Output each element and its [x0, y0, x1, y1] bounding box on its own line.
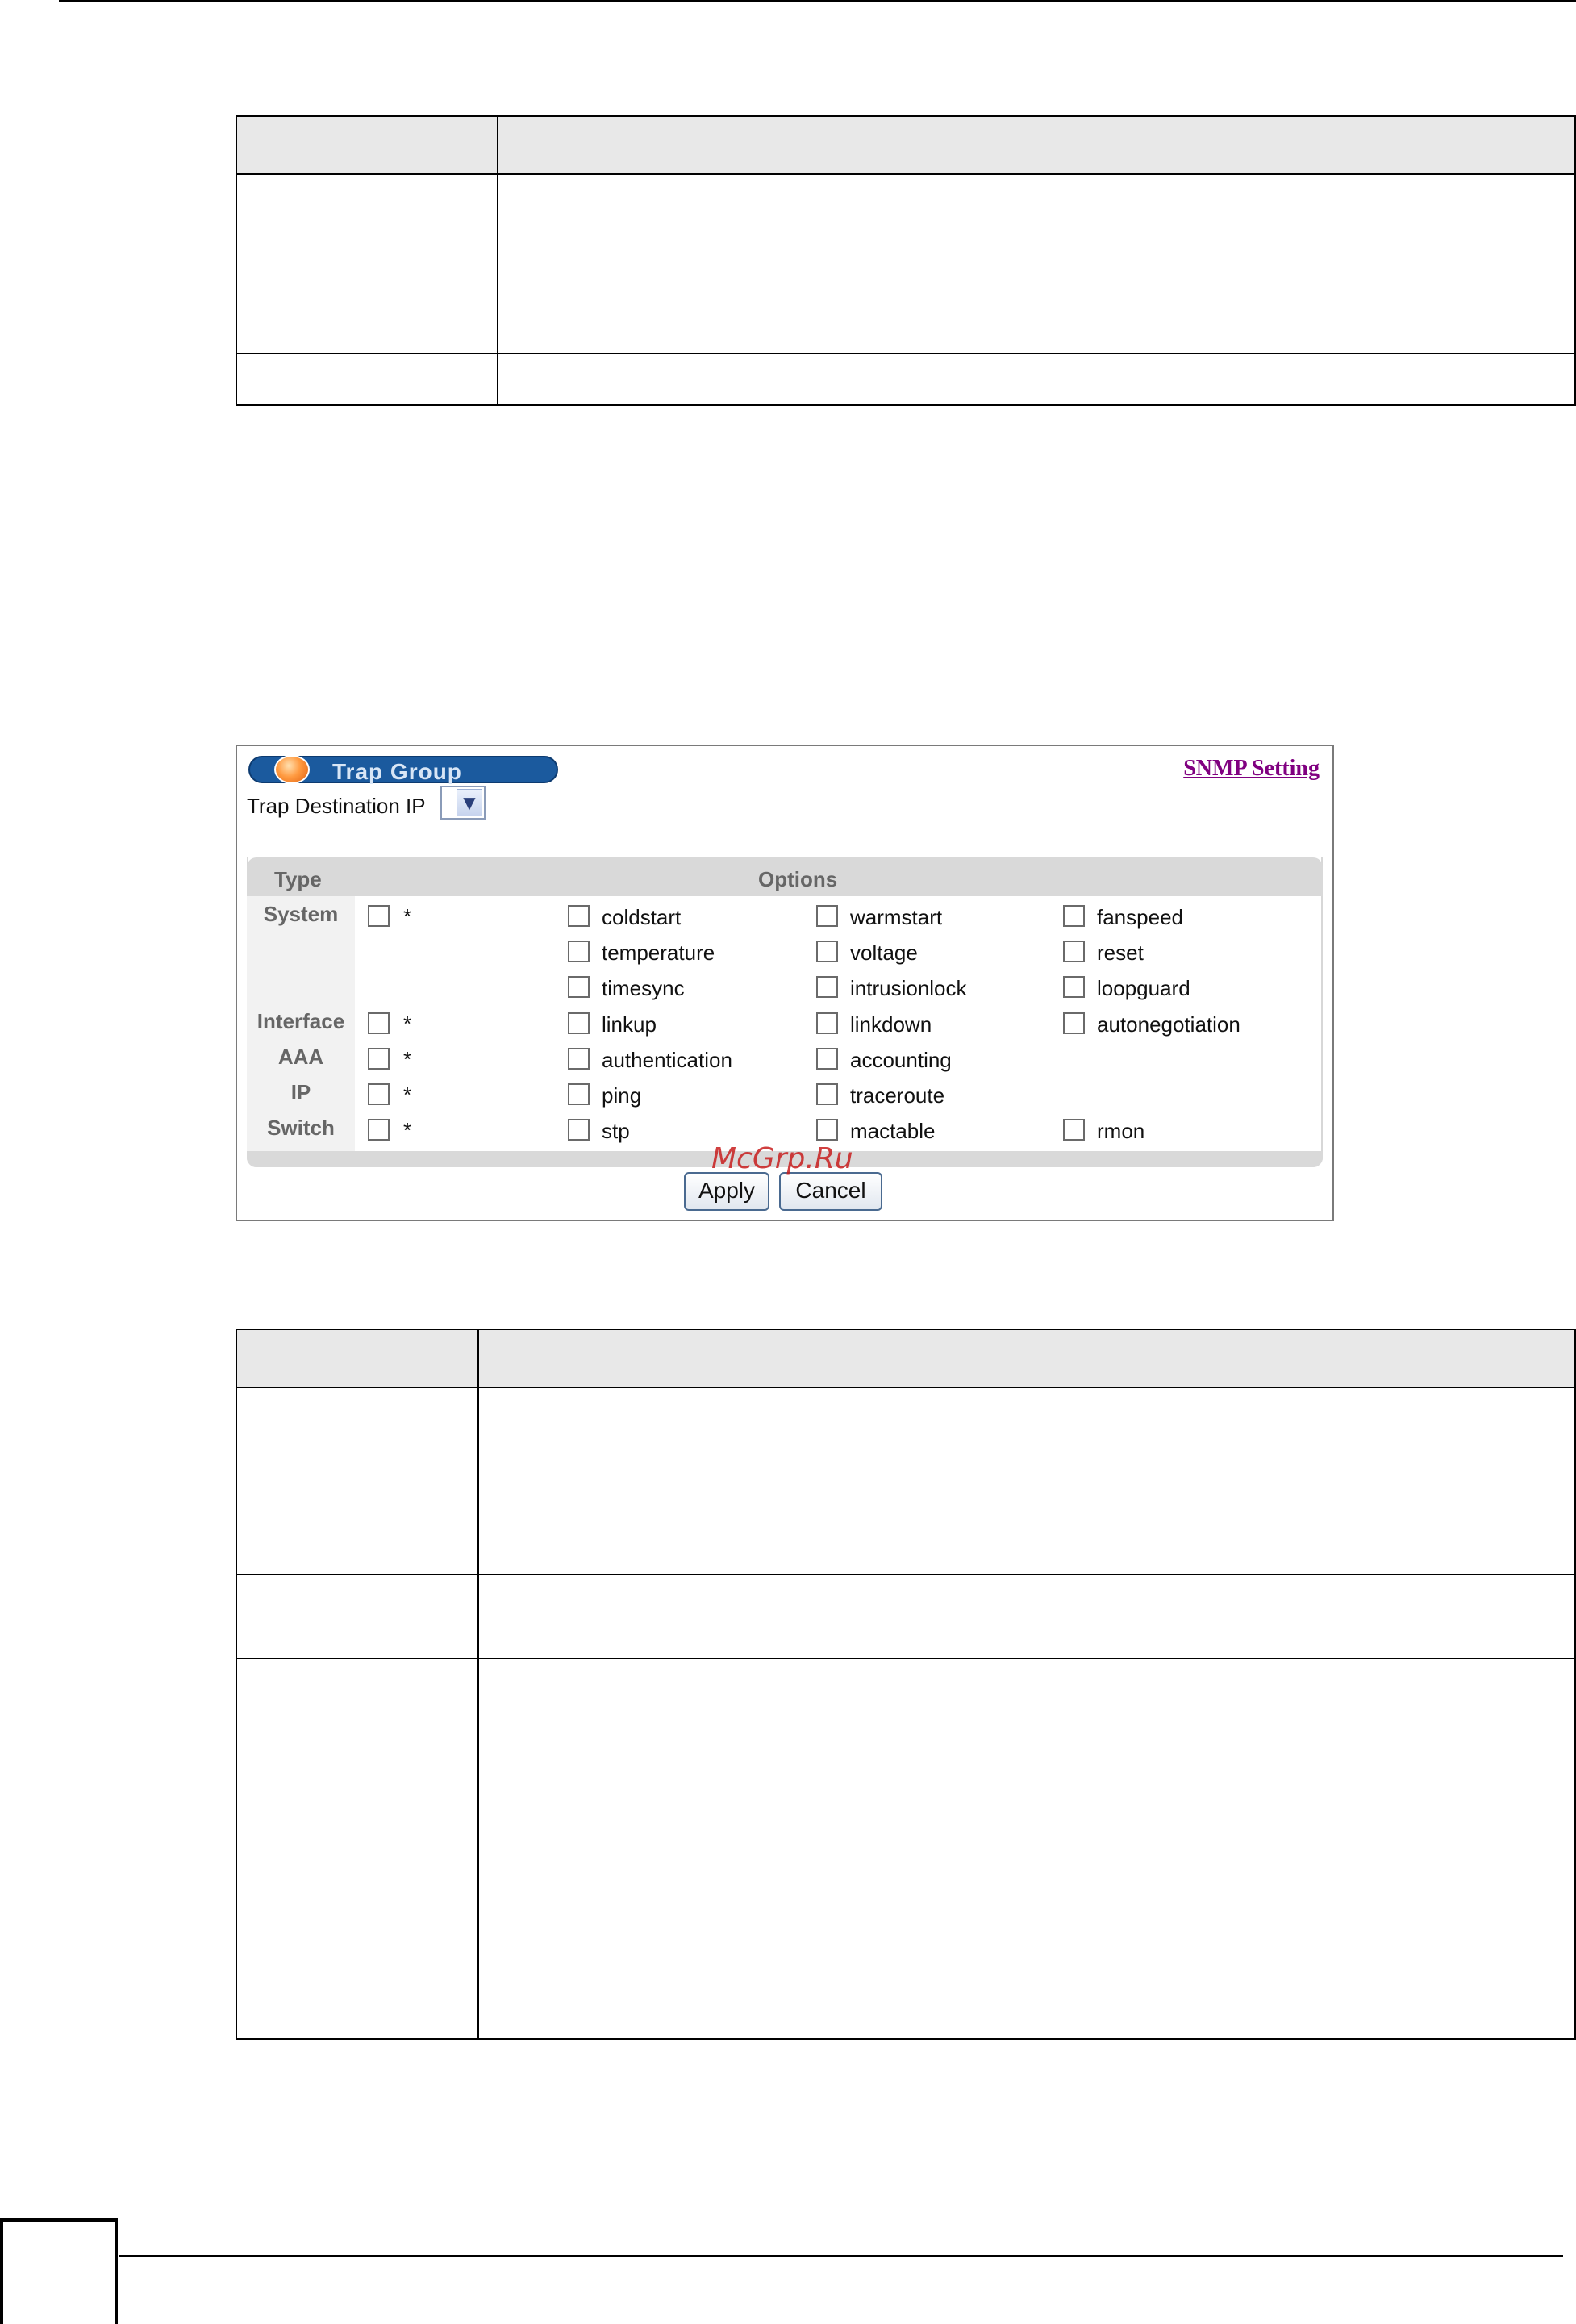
table-header-cell	[497, 115, 1576, 175]
option-label: timesync	[602, 976, 685, 1000]
panel-title-bar: Trap Group	[248, 755, 558, 784]
loopguard-checkbox[interactable]	[1063, 976, 1085, 998]
table-cell	[236, 173, 498, 354]
interface-all-checkbox[interactable]	[368, 1012, 390, 1034]
option-label: temperature	[602, 941, 715, 965]
watermark: McGrp.Ru	[711, 1142, 853, 1175]
option-label: traceroute	[850, 1083, 945, 1108]
linkdown-checkbox[interactable]	[816, 1012, 838, 1034]
fanspeed-checkbox[interactable]	[1063, 905, 1085, 927]
authentication-checkbox[interactable]	[568, 1048, 590, 1070]
option-label: accounting	[850, 1048, 952, 1072]
coldstart-checkbox[interactable]	[568, 905, 590, 927]
option-label: rmon	[1097, 1119, 1145, 1143]
panel-title: Trap Group	[332, 759, 462, 784]
all-marker: *	[403, 904, 412, 928]
warmstart-checkbox[interactable]	[816, 905, 838, 927]
trap-destination-select[interactable]: ▼	[440, 786, 486, 820]
all-marker: *	[403, 1047, 412, 1071]
options-header: Options	[758, 867, 838, 891]
table-cell	[477, 1574, 1576, 1659]
option-label: loopguard	[1097, 976, 1190, 1000]
all-marker: *	[403, 1118, 412, 1142]
ping-checkbox[interactable]	[568, 1083, 590, 1105]
option-label: voltage	[850, 941, 918, 965]
stp-checkbox[interactable]	[568, 1119, 590, 1141]
bottom-table	[236, 1329, 1576, 2040]
option-label: linkdown	[850, 1012, 932, 1037]
top-table	[236, 115, 1576, 406]
option-label: authentication	[602, 1048, 732, 1072]
mactable-checkbox[interactable]	[816, 1119, 838, 1141]
table-cell	[497, 173, 1576, 354]
all-marker: *	[403, 1012, 412, 1036]
timesync-checkbox[interactable]	[568, 976, 590, 998]
trap-destination-label: Trap Destination IP	[247, 794, 426, 818]
snmp-setting-link[interactable]: SNMP Setting	[1183, 756, 1320, 782]
page-number-box	[0, 2218, 118, 2324]
all-marker: *	[403, 1083, 412, 1107]
option-label: stp	[602, 1119, 630, 1143]
option-label: fanspeed	[1097, 905, 1183, 929]
table-cell	[236, 1574, 479, 1659]
autonegotiation-checkbox[interactable]	[1063, 1012, 1085, 1034]
option-label: mactable	[850, 1119, 936, 1143]
type-label-aaa: AAA	[277, 1045, 324, 1069]
option-label: reset	[1097, 941, 1144, 965]
voltage-checkbox[interactable]	[816, 941, 838, 962]
accounting-checkbox[interactable]	[816, 1048, 838, 1070]
option-label: intrusionlock	[850, 976, 967, 1000]
option-label: coldstart	[602, 905, 682, 929]
cancel-button[interactable]: Cancel	[779, 1172, 882, 1211]
type-label-interface: Interface	[256, 1009, 345, 1033]
chevron-down-icon[interactable]: ▼	[457, 789, 482, 816]
type-label-system: System	[263, 902, 339, 926]
option-label: autonegotiation	[1097, 1012, 1240, 1037]
option-label: warmstart	[850, 905, 943, 929]
linkup-checkbox[interactable]	[568, 1012, 590, 1034]
type-label-switch: Switch	[267, 1116, 335, 1140]
table-cell	[477, 1387, 1576, 1575]
aaa-all-checkbox[interactable]	[368, 1048, 390, 1070]
reset-checkbox[interactable]	[1063, 941, 1085, 962]
header-rule	[59, 0, 1576, 2]
type-header: Type	[274, 867, 322, 891]
ip-all-checkbox[interactable]	[368, 1083, 390, 1105]
apply-button[interactable]: Apply	[684, 1172, 769, 1211]
table-cell	[236, 353, 498, 406]
rmon-checkbox[interactable]	[1063, 1119, 1085, 1141]
temperature-checkbox[interactable]	[568, 941, 590, 962]
table-cell	[236, 1387, 479, 1575]
table-cell	[477, 1658, 1576, 2040]
table-header-cell	[236, 115, 498, 175]
option-label: linkup	[602, 1012, 657, 1037]
system-all-checkbox[interactable]	[368, 905, 390, 927]
intrusionlock-checkbox[interactable]	[816, 976, 838, 998]
footer-rule	[119, 2255, 1563, 2257]
table-cell	[236, 1658, 479, 2040]
table-cell	[497, 353, 1576, 406]
switch-all-checkbox[interactable]	[368, 1119, 390, 1141]
orange-ball-icon	[274, 755, 310, 784]
traceroute-checkbox[interactable]	[816, 1083, 838, 1105]
option-label: ping	[602, 1083, 642, 1108]
table-header-cell	[477, 1329, 1576, 1388]
type-label-ip: IP	[290, 1080, 311, 1104]
table-header-cell	[236, 1329, 479, 1388]
